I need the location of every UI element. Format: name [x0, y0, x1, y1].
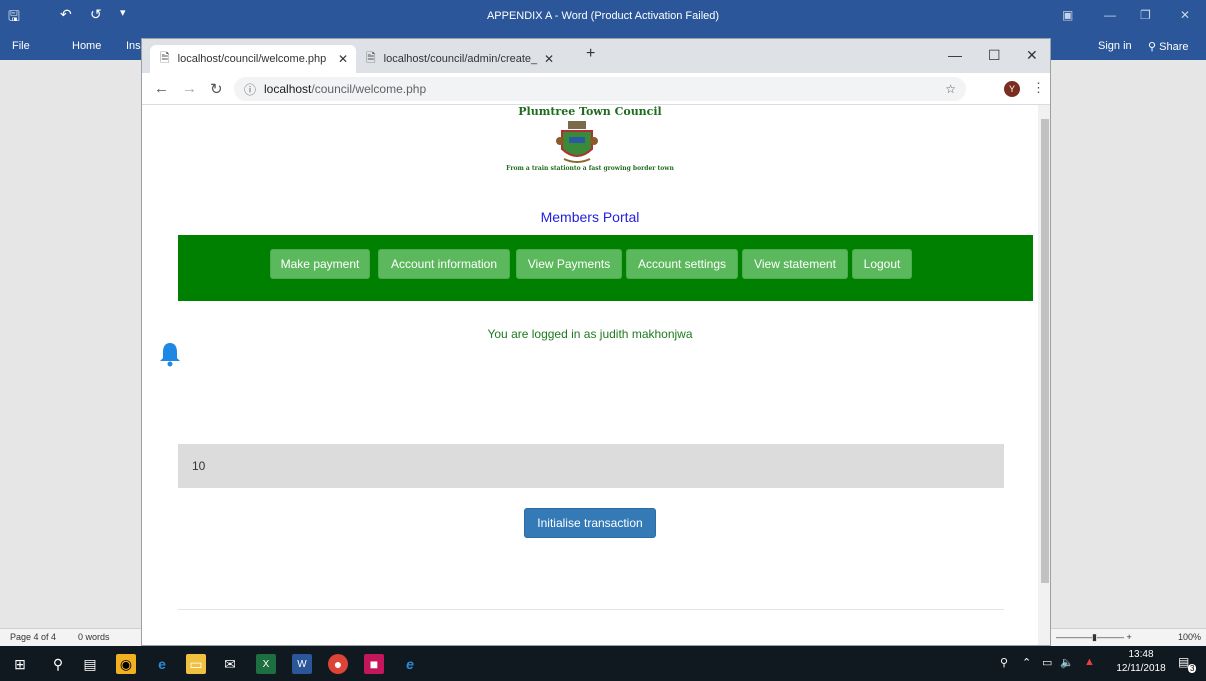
tab-label: localhost/council/welcome.php	[177, 53, 327, 65]
view-statement-button[interactable]: View statement	[742, 249, 848, 279]
chrome-tab-strip: 🗎 localhost/council/welcome.php ✕ 🗎 loca…	[142, 39, 1050, 73]
windows-start-icon[interactable]: ⊞	[10, 654, 30, 674]
word-title-bar: 🖫 ↶ ↺ ▾ APPENDIX A - Word (Product Activ…	[0, 0, 1206, 32]
app-icon[interactable]: ■	[364, 654, 384, 674]
close-tab-icon[interactable]: ✕	[544, 52, 554, 66]
volume-icon[interactable]: 🔈	[1060, 656, 1074, 669]
bookmark-star-icon[interactable]: ☆	[945, 82, 956, 96]
council-name: Plumtree Town Council	[518, 105, 662, 118]
scrollbar[interactable]	[1038, 105, 1050, 645]
logout-button[interactable]: Logout	[852, 249, 912, 279]
chrome-window: 🗎 localhost/council/welcome.php ✕ 🗎 loca…	[141, 38, 1051, 646]
members-nav: Make payment Account information View Pa…	[178, 235, 1033, 301]
word-tab-file[interactable]: File	[12, 40, 30, 52]
address-bar[interactable]: ⓘ localhost/council/welcome.php ☆	[234, 77, 966, 101]
word-minimize-icon[interactable]: —	[1104, 8, 1116, 22]
edge-icon[interactable]: e	[152, 654, 172, 674]
chrome-minimize-icon[interactable]: —	[948, 47, 962, 63]
people-icon[interactable]: ⚲	[1000, 656, 1008, 669]
page-viewport: Plumtree Town Council From a train stati…	[142, 105, 1038, 645]
new-tab-icon[interactable]: +	[586, 45, 595, 63]
scrollbar-thumb[interactable]	[1041, 119, 1049, 583]
word-icon[interactable]: W	[292, 654, 312, 674]
logged-in-message: You are logged in as judith makhonjwa	[487, 327, 693, 341]
make-payment-button[interactable]: Make payment	[270, 249, 370, 279]
tab-welcome[interactable]: 🗎 localhost/council/welcome.php ✕	[150, 45, 356, 73]
notification-badge: 3	[1188, 664, 1197, 673]
page-icon: 🗎	[366, 50, 376, 65]
reload-icon[interactable]: ↻	[210, 80, 223, 98]
tab-create[interactable]: 🗎 localhost/council/admin/create_ ✕	[356, 45, 562, 73]
initialise-transaction-button[interactable]: Initialise transaction	[524, 508, 656, 538]
well-value: 10	[192, 459, 206, 473]
council-crest-logo	[556, 121, 598, 163]
zoom-level[interactable]: 100%	[1178, 632, 1201, 642]
forward-icon[interactable]: →	[182, 80, 197, 97]
view-payments-button[interactable]: View Payments	[516, 249, 622, 279]
excel-icon[interactable]: X	[256, 654, 276, 674]
mail-icon[interactable]: ✉	[220, 654, 240, 674]
back-icon[interactable]: ←	[154, 80, 169, 97]
store-icon[interactable]: ◉	[116, 654, 136, 674]
word-share-button[interactable]: ⚲ Share	[1148, 40, 1188, 53]
clock-time[interactable]: 13:48	[1120, 649, 1162, 660]
ribbon-display-icon[interactable]: ▣	[1062, 8, 1073, 22]
chrome-icon[interactable]: ●	[328, 654, 348, 674]
close-tab-icon[interactable]: ✕	[338, 52, 348, 66]
info-icon[interactable]: ⓘ	[244, 81, 256, 98]
chrome-close-icon[interactable]: ✕	[1026, 47, 1038, 64]
balance-well: 10	[178, 444, 1004, 488]
page-icon: 🗎	[160, 50, 170, 65]
zoom-slider[interactable]: ————▮——— +	[1056, 632, 1132, 643]
status-words: 0 words	[78, 632, 110, 642]
word-window-title: APPENDIX A - Word (Product Activation Fa…	[486, 10, 720, 22]
word-close-icon[interactable]: ✕	[1180, 8, 1190, 22]
divider	[178, 609, 1004, 610]
account-information-button[interactable]: Account information	[378, 249, 510, 279]
windows-taskbar: ⊞ ⚲ ▤ ◉ e ▭ ✉ X W ● ■ e ⚲ ⌃ ▭ 🔈 ▲ 13:48 …	[0, 646, 1206, 681]
network-icon[interactable]: ▭	[1042, 656, 1052, 669]
tab-label: localhost/council/admin/create_	[383, 53, 538, 65]
url-host: localhost	[264, 82, 312, 96]
antivirus-icon[interactable]: ▲	[1084, 656, 1095, 668]
word-restore-icon[interactable]: ❐	[1140, 8, 1151, 22]
search-icon[interactable]: ⚲	[48, 654, 68, 674]
share-label: Share	[1159, 41, 1189, 53]
word-tab-home[interactable]: Home	[72, 40, 101, 52]
share-icon: ⚲	[1148, 41, 1157, 53]
word-tab-insert[interactable]: Ins	[126, 40, 141, 52]
word-sign-in[interactable]: Sign in	[1098, 40, 1132, 52]
toolbar: ← → ↻ ⓘ localhost/council/welcome.php ☆ …	[142, 73, 1050, 105]
menu-icon[interactable]: ⋮	[1032, 80, 1045, 96]
chrome-maximize-icon[interactable]: ☐	[988, 47, 1001, 64]
url-path: /council/welcome.php	[311, 82, 427, 96]
page-title: Members Portal	[540, 209, 640, 225]
file-explorer-icon[interactable]: ▭	[186, 654, 206, 674]
show-hidden-icons[interactable]: ⌃	[1022, 656, 1031, 669]
clock-date[interactable]: 12/11/2018	[1110, 663, 1172, 674]
task-view-icon[interactable]: ▤	[80, 654, 100, 674]
internet-explorer-icon[interactable]: e	[400, 654, 420, 674]
profile-avatar[interactable]: Y	[1004, 81, 1020, 97]
council-tagline: From a train stationto a fast growing bo…	[506, 165, 674, 172]
account-settings-button[interactable]: Account settings	[626, 249, 738, 279]
bell-icon[interactable]	[158, 341, 182, 367]
status-page: Page 4 of 4	[10, 632, 57, 642]
